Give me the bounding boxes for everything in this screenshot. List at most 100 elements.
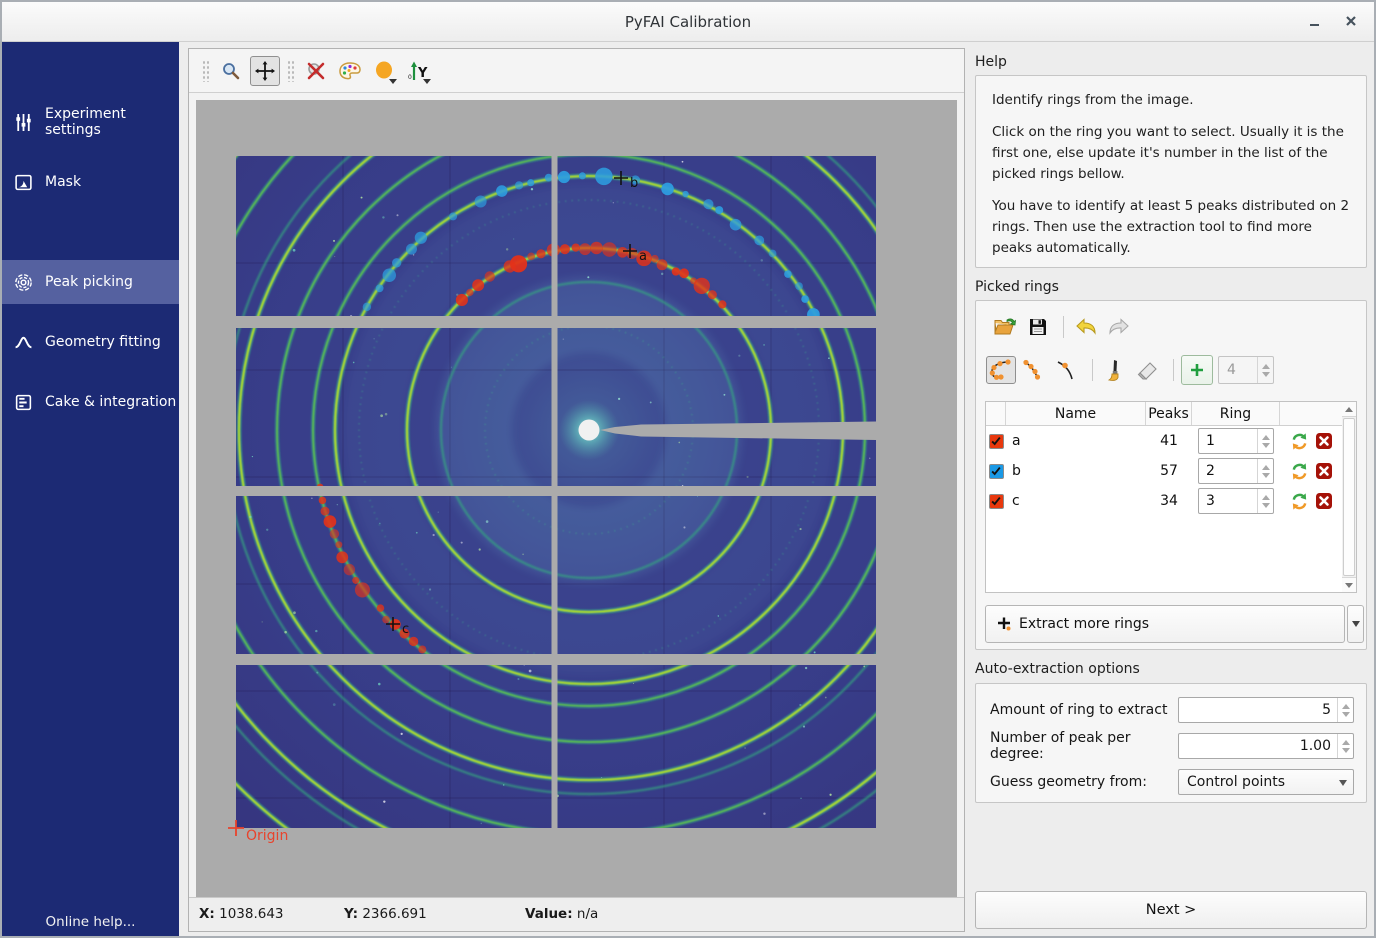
plot-toolbar: 0 Y (189, 49, 964, 93)
reset-zoom-button[interactable] (301, 56, 331, 86)
sidebar-item-experiment-settings[interactable]: Experiment settings (2, 100, 179, 144)
cursor-value-readout: Value: n/a (525, 906, 598, 922)
app-window: PyFAI Calibration Experiment settings Ma… (0, 0, 1376, 938)
colormap-palette-icon (338, 61, 362, 81)
save-peaks-button[interactable] (1023, 313, 1053, 341)
sidebar: Experiment settings Mask Peak picking Ge… (2, 42, 179, 936)
brush-tool-button[interactable] (1100, 356, 1130, 384)
sidebar-item-cake-integration[interactable]: Cake & integration (2, 380, 179, 424)
title-bar: PyFAI Calibration (2, 2, 1374, 42)
mask-icon (14, 173, 33, 192)
spin-arrows[interactable] (1257, 429, 1273, 453)
table-scrollbar[interactable] (1342, 401, 1357, 593)
eraser-tool-button[interactable] (1133, 356, 1163, 384)
spin-arrows[interactable] (1337, 734, 1353, 758)
ring-number-spinbox[interactable]: 2 (1198, 458, 1274, 484)
sidebar-item-label: Experiment settings (45, 106, 179, 138)
sidebar-item-peak-picking[interactable]: Peak picking (2, 260, 179, 304)
cursor-y-readout: Y: 2366.691 (344, 906, 427, 922)
sidebar-item-label: Geometry fitting (45, 334, 161, 350)
ring-name: c (1006, 493, 1146, 509)
scrollbar-thumb[interactable] (1343, 418, 1355, 576)
spin-arrows[interactable] (1337, 698, 1353, 722)
mask-color-button[interactable] (369, 56, 399, 86)
online-help-link[interactable]: Online help... (2, 914, 179, 930)
sidebar-item-geometry-fitting[interactable]: Geometry fitting (2, 320, 179, 364)
ring-visibility-checkbox[interactable] (989, 434, 1004, 449)
undo-button[interactable] (1071, 313, 1101, 341)
spin-down-icon[interactable] (1262, 372, 1270, 377)
zoom-mode-button[interactable] (216, 56, 246, 86)
toolbar-separator (1092, 359, 1093, 381)
ring-number-spinbox[interactable]: 1 (1198, 428, 1274, 454)
arc-pick-tool-button[interactable] (1019, 356, 1049, 384)
peak-per-degree-row: Number of peak per degree: 1.00 (990, 733, 1354, 759)
extract-plus-icon (996, 616, 1012, 632)
load-peaks-button[interactable] (990, 313, 1020, 341)
sidebar-item-label: Cake & integration (45, 394, 176, 410)
plot-widget: 0 Y (188, 48, 965, 932)
eraser-icon (1136, 359, 1160, 381)
ring-name: a (1006, 433, 1146, 449)
scroll-up-icon[interactable] (1342, 402, 1356, 417)
y-axis-orientation-button[interactable]: 0 Y (403, 56, 433, 86)
ring-amount-value: 5 (1322, 698, 1331, 722)
peak-per-degree-spinbox[interactable]: 1.00 (1178, 733, 1354, 759)
ring-visibility-checkbox[interactable] (989, 494, 1004, 509)
header-peaks: Peaks (1146, 402, 1192, 425)
ring-pick-tool-button[interactable] (986, 356, 1016, 384)
check-icon (990, 435, 1002, 447)
delete-ring-icon[interactable] (1315, 462, 1333, 480)
pan-mode-button[interactable] (250, 56, 280, 86)
check-icon (990, 495, 1002, 507)
refresh-ring-icon[interactable] (1290, 492, 1309, 511)
extract-more-rings-label: Extract more rings (1019, 616, 1149, 632)
ring-amount-label: Amount of ring to extract (990, 702, 1178, 718)
sliders-icon (14, 113, 33, 132)
refresh-ring-icon[interactable] (1290, 462, 1309, 481)
delete-ring-icon[interactable] (1315, 432, 1333, 450)
table-row[interactable]: a 41 1 (986, 426, 1344, 456)
spin-arrows[interactable] (1257, 489, 1273, 513)
origin-label: Origin (246, 828, 288, 844)
spin-up-icon[interactable] (1262, 364, 1270, 369)
next-button[interactable]: Next > (975, 891, 1367, 929)
colormap-button[interactable] (335, 56, 365, 86)
spin-arrows[interactable] (1257, 459, 1273, 483)
close-button[interactable] (1338, 10, 1364, 34)
save-icon (1028, 317, 1048, 337)
scroll-down-icon[interactable] (1342, 577, 1356, 592)
table-row[interactable]: b 57 2 (986, 456, 1344, 486)
diffraction-canvas[interactable]: abcOrigin (196, 100, 957, 898)
plot-status-bar: X: 1038.643 Y: 2366.691 Value: n/a (189, 897, 964, 931)
header-checkbox-col (986, 402, 1006, 425)
add-ring-number-spinbox[interactable]: 4 (1218, 356, 1274, 384)
ring-number-spinbox[interactable]: 3 (1198, 488, 1274, 514)
spin-arrows[interactable] (1257, 357, 1273, 383)
cake-icon (14, 393, 33, 412)
sidebar-item-mask[interactable]: Mask (2, 160, 179, 204)
dropdown-caret-icon (1339, 780, 1347, 786)
help-paragraph: Click on the ring you want to select. Us… (992, 122, 1350, 185)
refresh-ring-icon[interactable] (1290, 432, 1309, 451)
add-ring-button[interactable] (1181, 355, 1213, 385)
ring-peak-count: 34 (1146, 493, 1192, 509)
delete-ring-icon[interactable] (1315, 492, 1333, 510)
redo-icon (1107, 317, 1131, 337)
brush-icon (1104, 358, 1126, 382)
minimize-icon (1308, 14, 1322, 28)
table-row[interactable]: c 34 3 (986, 486, 1344, 516)
ring-amount-spinbox[interactable]: 5 (1178, 697, 1354, 723)
sidebar-item-label: Mask (45, 174, 81, 190)
redo-button[interactable] (1104, 313, 1134, 341)
toolbar-grip[interactable] (202, 60, 209, 82)
ring-visibility-checkbox[interactable] (989, 464, 1004, 479)
guess-geometry-combobox[interactable]: Control points (1178, 769, 1354, 795)
toolbar-grip[interactable] (287, 60, 294, 82)
point-pick-tool-button[interactable] (1052, 356, 1082, 384)
extract-more-rings-dropdown[interactable] (1347, 605, 1364, 643)
extract-more-rings-button[interactable]: Extract more rings (985, 605, 1345, 643)
peak-group-label: b (630, 176, 638, 191)
diffraction-image: abcOrigin (196, 100, 957, 898)
minimize-button[interactable] (1302, 10, 1328, 34)
